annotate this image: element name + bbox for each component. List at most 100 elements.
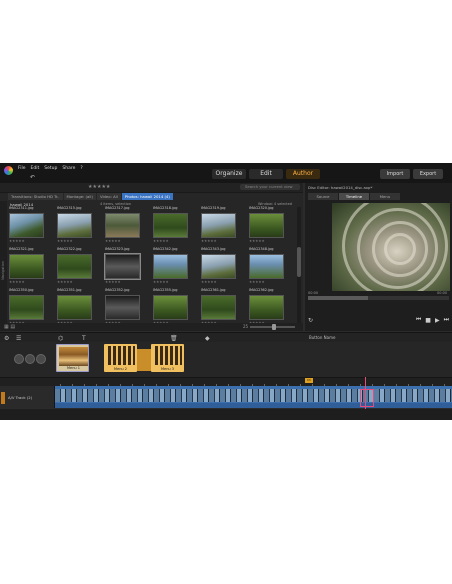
media-thumbnail[interactable] [57, 295, 92, 320]
clip-filmstrip[interactable] [55, 389, 452, 402]
navigation-sidebar[interactable]: Navigation [0, 201, 7, 331]
media-rating[interactable]: ★★★★★ [105, 280, 145, 284]
menu-share[interactable]: Share [62, 166, 75, 171]
media-rating[interactable]: ★★★★★ [105, 239, 145, 243]
undo-icon[interactable]: ↶ [30, 174, 35, 181]
search-input[interactable]: Search your current view [240, 184, 300, 190]
media-item[interactable]: IMAG2317.jpg ★★★★★ [105, 206, 145, 243]
media-item[interactable]: IMAG2318.jpg ★★★★★ [153, 206, 193, 243]
media-rating[interactable]: ★★★★★ [57, 280, 97, 284]
loop-icon[interactable]: ↻ [308, 317, 313, 324]
tab-timeline[interactable]: Timeline [339, 193, 369, 200]
import-button[interactable]: Import [380, 169, 410, 179]
trash-icon[interactable]: 🗑 [170, 335, 178, 342]
media-thumbnail[interactable] [9, 254, 44, 279]
media-rating[interactable]: ★★★★★ [9, 239, 49, 243]
media-item[interactable]: IMAG2319.jpg ★★★★★ [201, 206, 241, 243]
media-rating[interactable]: ★★★★★ [57, 239, 97, 243]
media-rating[interactable]: ★★★★★ [9, 280, 49, 284]
media-item[interactable]: IMAG2350.jpg★★★★★ [9, 288, 49, 325]
settings-icon[interactable]: ⚙ [4, 335, 9, 342]
media-thumbnail[interactable] [201, 295, 236, 320]
menu-list-icon[interactable]: ☰ [16, 335, 21, 342]
export-button[interactable]: Export [413, 169, 443, 179]
media-item[interactable]: IMAG2362.jpg★★★★★ [249, 288, 289, 325]
library-scrollbar[interactable] [297, 207, 301, 323]
media-rating[interactable]: ★★★★★ [201, 280, 241, 284]
text-icon[interactable]: T [82, 335, 86, 342]
playhead[interactable] [365, 377, 366, 409]
tab-menu[interactable]: Menu [370, 193, 400, 200]
media-thumbnail[interactable] [105, 295, 140, 320]
menu-thumb-1[interactable]: Menu 1 [56, 344, 89, 372]
track-lock-icon[interactable] [1, 392, 5, 404]
play-icon[interactable]: ▶ [435, 317, 440, 324]
zoom-slider[interactable] [250, 324, 295, 330]
star-filter[interactable]: ★★★★★ [88, 184, 110, 190]
media-rating[interactable]: ★★★★★ [249, 280, 289, 284]
media-thumbnail[interactable] [153, 254, 188, 279]
pinnacle-studio-window: File Edit Setup Share ? ↶ Organize Edit … [0, 163, 452, 420]
media-filename: IMAG2318.jpg [153, 206, 178, 210]
media-item[interactable]: IMAG2348.jpg ★★★★★ [249, 247, 289, 284]
disc-icon[interactable] [36, 354, 46, 364]
media-item[interactable]: IMAG2311.jpg ★★★★★ [9, 206, 49, 243]
media-thumbnail[interactable] [201, 213, 236, 238]
media-thumbnail[interactable] [153, 213, 188, 238]
media-item[interactable]: IMAG2321.jpg ★★★★★ [9, 247, 49, 284]
tab-transitions[interactable]: Transitions: Studio HD Tr.. [8, 193, 63, 200]
media-thumbnail[interactable] [104, 253, 141, 280]
marker-icon[interactable]: ◆ [205, 335, 210, 342]
media-thumbnail[interactable] [249, 295, 284, 320]
menu-edit[interactable]: Edit [31, 166, 40, 171]
link-icon[interactable]: ⌬ [58, 335, 63, 342]
disc-icon[interactable] [14, 354, 24, 364]
stop-icon[interactable]: ■ [425, 317, 431, 324]
media-thumbnail[interactable] [9, 213, 44, 238]
media-item[interactable]: IMAG2320.jpg ★★★★★ [249, 206, 289, 243]
view-icon[interactable]: ▦ ▤ [4, 324, 15, 330]
media-item[interactable]: IMAG2351.jpg★★★★★ [57, 288, 97, 325]
media-rating[interactable]: ★★★★★ [249, 239, 289, 243]
media-thumbnail[interactable] [9, 295, 44, 320]
media-item[interactable]: IMAG2342.jpg ★★★★★ [153, 247, 193, 284]
media-filename: IMAG2351.jpg [57, 288, 82, 292]
next-icon[interactable]: ⏭ [444, 316, 449, 324]
tab-montage[interactable]: Montage: (all) [63, 193, 96, 200]
tab-edit[interactable]: Edit [249, 169, 283, 179]
media-item[interactable]: IMAG2322.jpg ★★★★★ [57, 247, 97, 284]
media-rating[interactable]: ★★★★★ [153, 239, 193, 243]
menu-file[interactable]: File [18, 166, 26, 171]
tab-photos[interactable]: Photos: hawaii 2014 (4) [121, 193, 173, 200]
button-name-field[interactable]: Button Name [309, 335, 335, 340]
media-rating[interactable]: ★★★★★ [153, 280, 193, 284]
media-thumbnail[interactable] [57, 254, 92, 279]
media-thumbnail[interactable] [105, 213, 140, 238]
media-item[interactable]: IMAG2343.jpg ★★★★★ [201, 247, 241, 284]
media-thumbnail[interactable] [57, 213, 92, 238]
prev-icon[interactable]: ⏮ [416, 316, 421, 324]
selected-clip[interactable] [360, 389, 374, 407]
scrub-bar[interactable] [308, 296, 449, 300]
media-item[interactable]: IMAG2352.jpg★★★★★ [105, 288, 145, 325]
media-item[interactable]: IMAG2361.jpg★★★★★ [201, 288, 241, 325]
disc-icon[interactable] [25, 354, 35, 364]
menu-thumb-2[interactable]: Menu 2 [104, 344, 137, 372]
menu-thumb-3[interactable]: Menu 3 [151, 344, 184, 372]
tab-organize[interactable]: Organize [212, 169, 246, 179]
tab-video[interactable]: Video: All [96, 193, 121, 200]
tab-author[interactable]: Author [286, 169, 320, 179]
menu-help[interactable]: ? [80, 166, 82, 171]
media-item[interactable]: IMAG2315.jpg ★★★★★ [57, 206, 97, 243]
media-thumbnail[interactable] [249, 254, 284, 279]
av-track[interactable] [55, 386, 452, 408]
tab-source[interactable]: Source [308, 193, 338, 200]
media-item[interactable]: IMAG2355.jpg★★★★★ [153, 288, 193, 325]
chapter-marker[interactable]: Ch [305, 378, 313, 383]
menu-setup[interactable]: Setup [44, 166, 57, 171]
media-rating[interactable]: ★★★★★ [201, 239, 241, 243]
media-item[interactable]: IMAG2323.jpg ★★★★★ [104, 247, 145, 284]
media-thumbnail[interactable] [201, 254, 236, 279]
media-thumbnail[interactable] [153, 295, 188, 320]
media-thumbnail[interactable] [249, 213, 284, 238]
